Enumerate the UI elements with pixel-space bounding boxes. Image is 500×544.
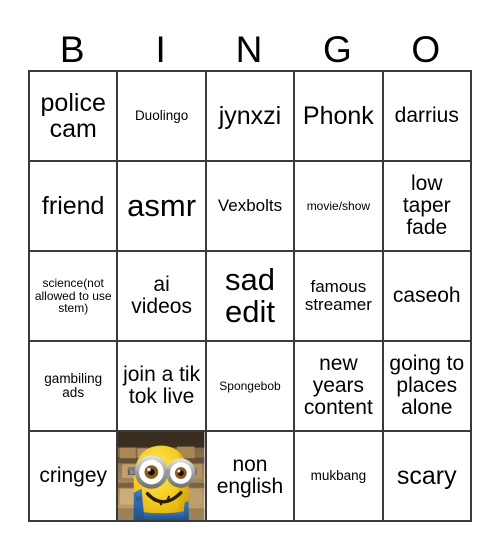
header-letter-o: O [411, 29, 441, 70]
bingo-cell-label: police cam [40, 89, 106, 143]
header-letter-i: I [155, 29, 166, 70]
bingo-cell-o1[interactable]: darrius [383, 72, 472, 162]
header-letter-n: N [235, 29, 263, 70]
bingo-cell-label: jynxzi [218, 102, 282, 130]
bingo-cell-label: new years content [303, 352, 373, 419]
bingo-cell-b3[interactable]: science(not allowed to use stem) [30, 252, 119, 342]
bingo-cell-n2[interactable]: Vexbolts [206, 162, 296, 252]
bingo-cell-label: join a tik tok live [123, 363, 201, 408]
bingo-cell-b2[interactable]: friend [30, 162, 119, 252]
bingo-cell-n5[interactable]: non english [206, 432, 296, 522]
minion-photo-icon [118, 432, 205, 520]
bingo-cell-o4[interactable]: going to places alone [383, 342, 472, 432]
bingo-cell-n1[interactable]: jynxzi [206, 72, 296, 162]
bingo-cell-label: non english [216, 453, 284, 498]
bingo-header-row: B I N G O [28, 18, 470, 70]
bingo-cell-label: mukbang [310, 467, 367, 483]
bingo-cell-n4[interactable]: Spongebob [206, 342, 296, 432]
bingo-cell-g5[interactable]: mukbang [295, 432, 384, 522]
bingo-cell-label: movie/show [306, 198, 371, 213]
bingo-row: friend asmr Vexbolts movie/show low tape… [30, 162, 472, 252]
bingo-cell-b1[interactable]: police cam [30, 72, 119, 162]
bingo-cell-g1[interactable]: Phonk [295, 72, 384, 162]
bingo-cell-o2[interactable]: low taper fade [383, 162, 472, 252]
bingo-row: police cam Duolingo jynxzi Phonk darrius [30, 72, 472, 162]
bingo-cell-label: sad edit [224, 261, 275, 329]
bingo-cell-g2[interactable]: movie/show [295, 162, 384, 252]
bingo-cell-label: cringey [39, 464, 108, 488]
bingo-cell-label: Vexbolts [217, 196, 283, 216]
bingo-cell-b4[interactable]: gambiling ads [30, 342, 119, 432]
bingo-card: B I N G O police cam Duolingo jynxzi Pho… [28, 18, 472, 522]
bingo-cell-label: darrius [394, 104, 459, 128]
bingo-cell-label: Spongebob [219, 378, 281, 393]
bingo-cell-label: low taper fade [402, 172, 451, 239]
header-letter-b: B [59, 29, 85, 70]
bingo-cell-label: Duolingo [134, 107, 189, 123]
bingo-cell-i2[interactable]: asmr [118, 162, 207, 252]
bingo-row: gambiling ads join a tik tok live Sponge… [30, 342, 472, 432]
bingo-cell-g4[interactable]: new years content [295, 342, 384, 432]
bingo-row: cringey non english mukbang scary [30, 432, 472, 522]
bingo-cell-o5[interactable]: scary [383, 432, 472, 522]
bingo-cell-label: asmr [127, 187, 197, 223]
bingo-cell-label: science(not allowed to use stem) [34, 276, 112, 316]
bingo-cell-n3[interactable]: sad edit [206, 252, 296, 342]
bingo-cell-i5[interactable] [118, 432, 207, 522]
bingo-cell-label: Phonk [302, 102, 374, 130]
bingo-cell-i3[interactable]: ai videos [118, 252, 207, 342]
bingo-cell-label: caseoh [392, 284, 461, 308]
bingo-cell-label: friend [41, 192, 105, 220]
bingo-cell-b5[interactable]: cringey [30, 432, 119, 522]
bingo-cell-i1[interactable]: Duolingo [118, 72, 207, 162]
bingo-cell-label: gambiling ads [44, 370, 103, 400]
bingo-row: science(not allowed to use stem) ai vide… [30, 252, 472, 342]
bingo-grid: police cam Duolingo jynxzi Phonk darrius… [28, 70, 472, 522]
bingo-cell-g3[interactable]: famous streamer [295, 252, 384, 342]
bingo-cell-label: going to places alone [389, 352, 465, 419]
header-letter-g: G [322, 29, 352, 70]
bingo-cell-label: ai videos [131, 273, 192, 318]
bingo-cell-label: scary [396, 462, 457, 490]
bingo-cell-i4[interactable]: join a tik tok live [118, 342, 207, 432]
bingo-cell-o3[interactable]: caseoh [383, 252, 472, 342]
bingo-cell-label: famous streamer [304, 277, 372, 314]
